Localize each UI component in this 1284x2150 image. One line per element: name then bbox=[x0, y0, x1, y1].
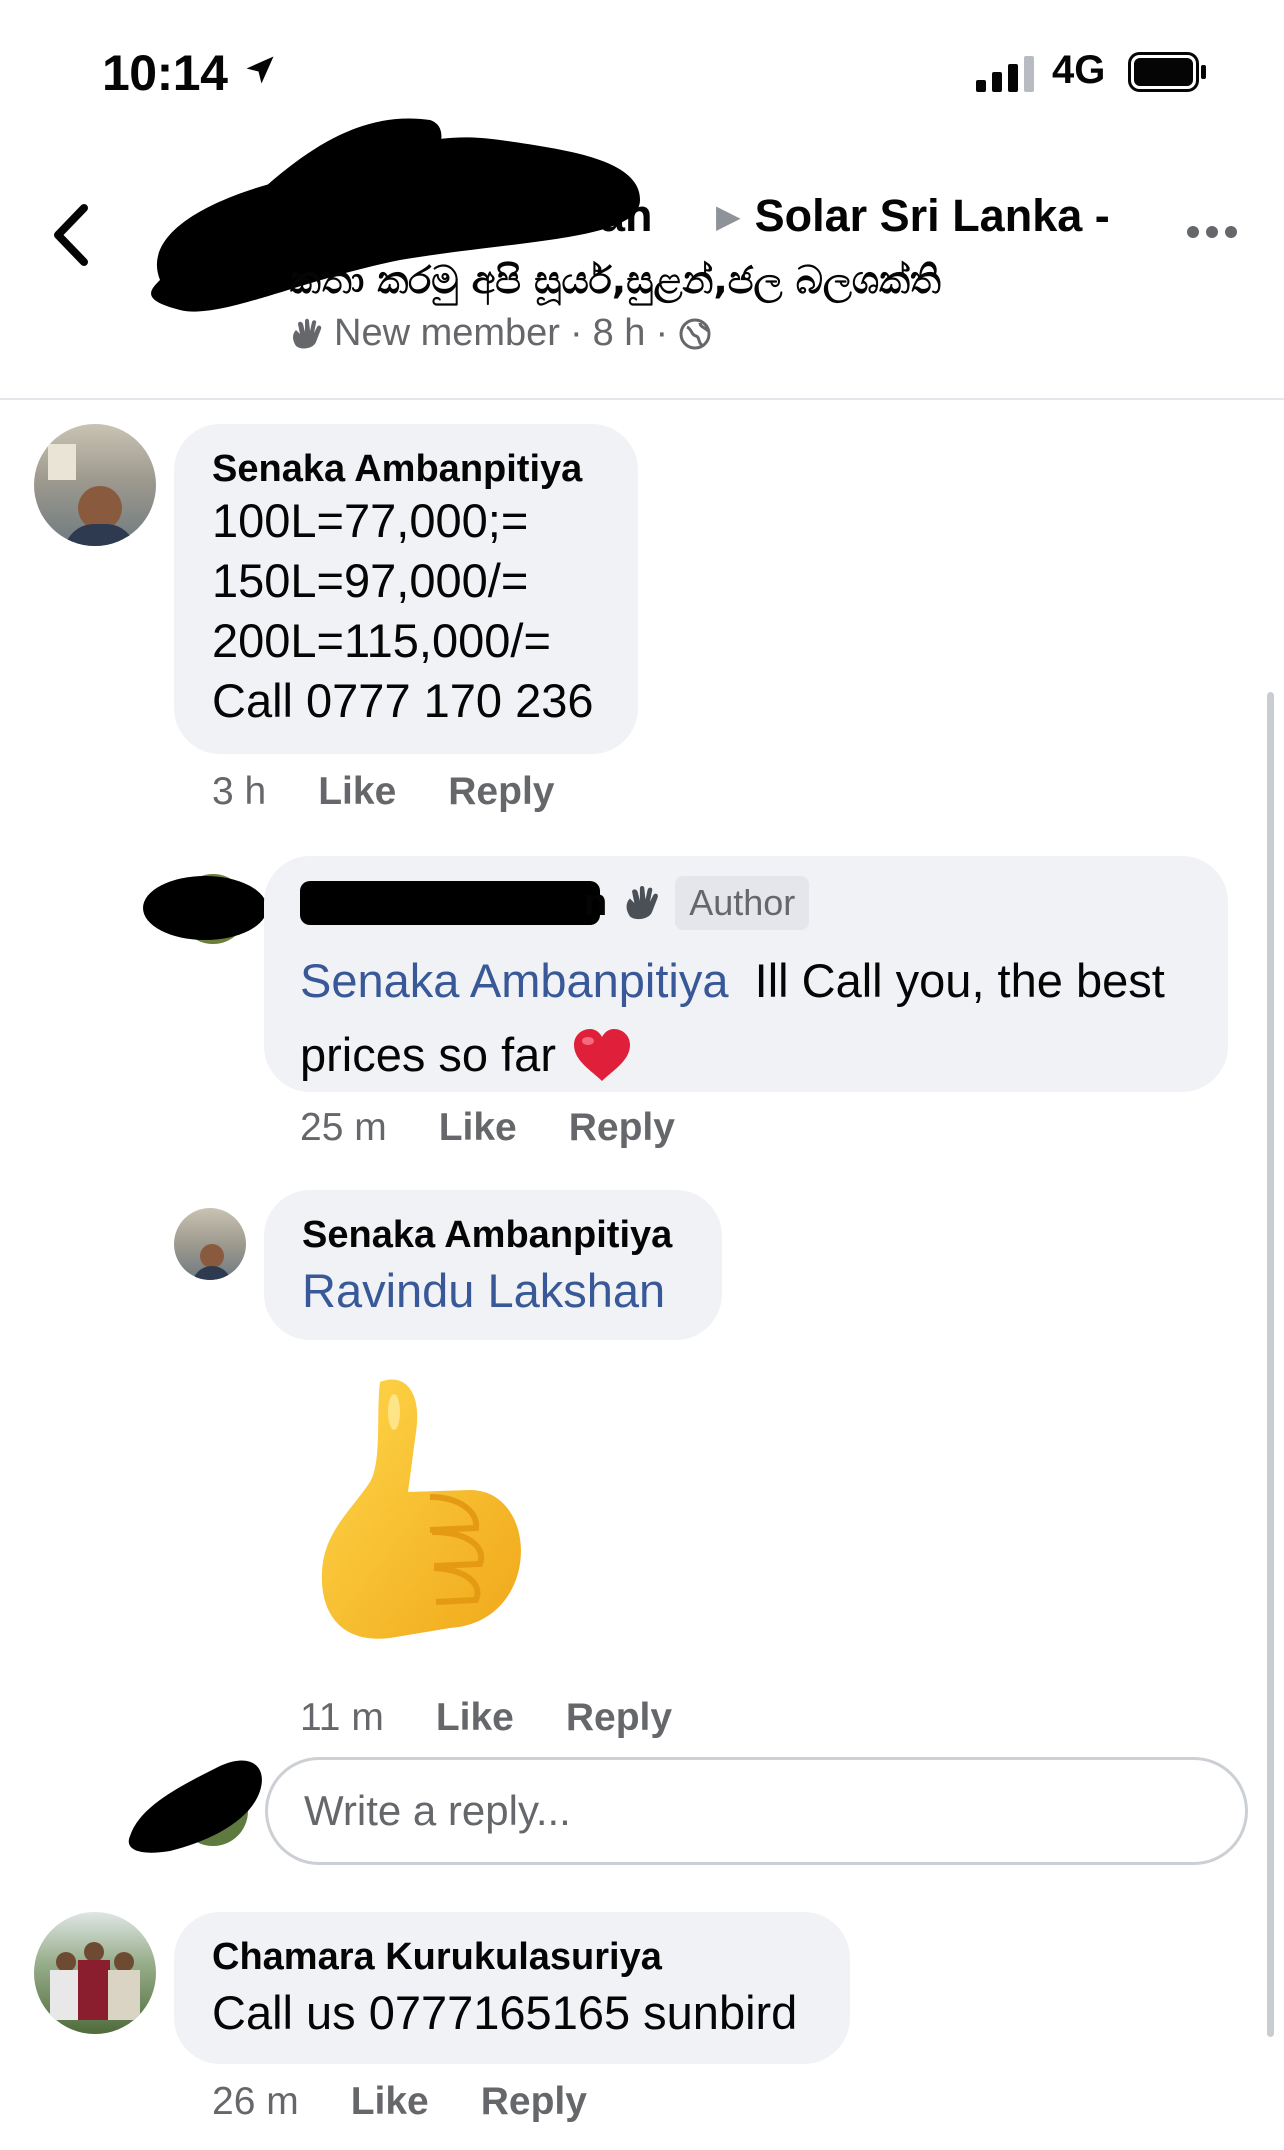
post-meta: New member · 8 h · bbox=[288, 312, 712, 355]
meta-separator-2: · bbox=[655, 312, 669, 354]
globe-icon bbox=[679, 318, 711, 349]
reply-author-row: n Author bbox=[300, 876, 1192, 930]
comment-text: prices so far bbox=[300, 1028, 556, 1081]
comment-author[interactable]: Senaka Ambanpitiya bbox=[212, 448, 600, 491]
back-chevron-icon[interactable] bbox=[48, 200, 96, 270]
red-heart-emoji bbox=[573, 1029, 630, 1081]
post-time[interactable]: 8 h bbox=[593, 312, 646, 355]
comment-bubble: Senaka Ambanpitiya Ravindu Lakshan bbox=[264, 1190, 722, 1340]
comment-time[interactable]: 3 h bbox=[212, 770, 266, 814]
comment-bubble: Chamara Kurukulasuriya Call us 077716516… bbox=[174, 1912, 850, 2064]
reply-button[interactable]: Reply bbox=[569, 1106, 675, 1150]
comment-author[interactable]: n bbox=[584, 882, 607, 925]
group-name[interactable]: ▶ Solar Sri Lanka - bbox=[716, 190, 1110, 242]
author-badge: Author bbox=[675, 876, 810, 930]
comment-time[interactable]: 11 m bbox=[300, 1696, 384, 1740]
comment-author[interactable]: Chamara Kurukulasuriya bbox=[212, 1936, 812, 1979]
reply-button[interactable]: Reply bbox=[566, 1696, 672, 1740]
comment-body: Senaka Ambanpitiya Ill Call you, the bes… bbox=[300, 944, 1192, 1018]
mention-link[interactable]: Senaka Ambanpitiya bbox=[300, 954, 729, 1007]
group-subtitle[interactable]: කතා කරමු අපි සූර්ය,සුළන්,ජල බලශක්ති bbox=[290, 258, 941, 303]
redacted-author-name bbox=[300, 881, 600, 925]
avatar[interactable] bbox=[34, 1912, 156, 2034]
comment-text: Ill Call you, the best bbox=[754, 954, 1165, 1007]
comment-line: Call 0777 170 236 bbox=[212, 674, 594, 727]
comment-actions: 11 m Like Reply bbox=[300, 1696, 724, 1740]
redaction-scribble bbox=[128, 1760, 262, 1853]
network-type: 4G bbox=[1052, 48, 1106, 92]
meta-separator: · bbox=[569, 312, 583, 354]
like-button[interactable]: Like bbox=[351, 2080, 429, 2124]
comment-line: 150L=97,000/= bbox=[212, 554, 529, 607]
like-button[interactable]: Like bbox=[318, 770, 396, 814]
comment-time[interactable]: 26 m bbox=[212, 2080, 299, 2124]
comment-text: Call us 0777165165 sunbird bbox=[212, 1986, 798, 2039]
reply-placeholder: Write a reply... bbox=[304, 1787, 571, 1834]
mention-link[interactable]: Ravindu Lakshan bbox=[302, 1261, 684, 1321]
thumbs-up-sticker bbox=[321, 1379, 521, 1639]
comment-bubble: n Author Senaka Ambanpitiya Ill Call you… bbox=[264, 856, 1228, 1092]
reply-input[interactable]: Write a reply... bbox=[265, 1757, 1248, 1865]
avatar[interactable] bbox=[174, 1208, 246, 1280]
battery-icon bbox=[1128, 52, 1206, 92]
wave-hand-icon bbox=[626, 886, 659, 920]
scrollbar[interactable] bbox=[1267, 692, 1274, 2037]
comment-actions: 26 m Like Reply bbox=[212, 2080, 639, 2124]
comment-line: 200L=115,000/= bbox=[212, 614, 551, 667]
more-options-icon[interactable] bbox=[1185, 222, 1239, 242]
reply-button[interactable]: Reply bbox=[448, 770, 554, 814]
comment-actions: 3 h Like Reply bbox=[212, 770, 606, 814]
redaction-scribble bbox=[143, 876, 267, 940]
comment-author[interactable]: Senaka Ambanpitiya bbox=[302, 1214, 684, 1257]
comment-body-line2: prices so far bbox=[300, 1018, 1192, 1092]
header-divider bbox=[0, 398, 1284, 400]
reply-button[interactable]: Reply bbox=[481, 2080, 587, 2124]
arrow-right-icon: ▶ bbox=[716, 198, 741, 234]
comment-bubble: Senaka Ambanpitiya 100L=77,000;= 150L=97… bbox=[174, 424, 638, 754]
comment-actions: 25 m Like Reply bbox=[300, 1106, 727, 1150]
comment-line: 100L=77,000;= bbox=[212, 494, 529, 547]
like-button[interactable]: Like bbox=[436, 1696, 514, 1740]
cellular-signal-icon bbox=[976, 56, 1034, 92]
wave-hand-icon bbox=[293, 318, 322, 349]
avatar[interactable] bbox=[34, 424, 156, 546]
like-button[interactable]: Like bbox=[439, 1106, 517, 1150]
comment-time[interactable]: 25 m bbox=[300, 1106, 387, 1150]
new-member-badge: New member bbox=[334, 312, 560, 354]
